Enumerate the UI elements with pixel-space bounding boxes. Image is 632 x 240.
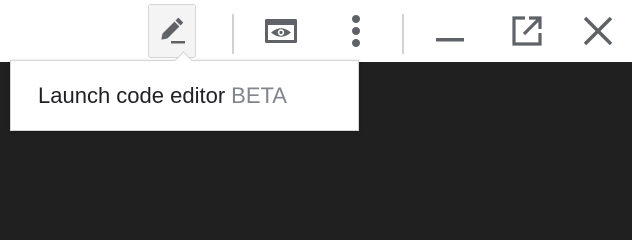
- launch-code-editor-tooltip: Launch code editor BETA: [10, 60, 359, 131]
- launch-code-editor-button[interactable]: [148, 4, 196, 58]
- toolbar-divider-right: [402, 14, 404, 54]
- open-in-new-icon: [512, 16, 542, 46]
- tooltip-label: Launch code editor: [38, 82, 226, 108]
- minimize-button[interactable]: [426, 4, 474, 58]
- more-vert-icon: [352, 15, 360, 47]
- pencil-icon: [161, 17, 185, 44]
- preview-button[interactable]: [257, 4, 305, 58]
- minimize-icon: [436, 38, 464, 42]
- open-in-new-window-button[interactable]: [503, 4, 551, 58]
- cloud-shell-toolbar: [0, 0, 632, 62]
- beta-badge: BETA: [231, 82, 287, 108]
- close-button[interactable]: [574, 4, 622, 58]
- preview-icon: [265, 19, 297, 43]
- close-icon: [583, 16, 613, 46]
- toolbar-divider-left: [232, 14, 234, 54]
- more-options-button[interactable]: [332, 4, 380, 58]
